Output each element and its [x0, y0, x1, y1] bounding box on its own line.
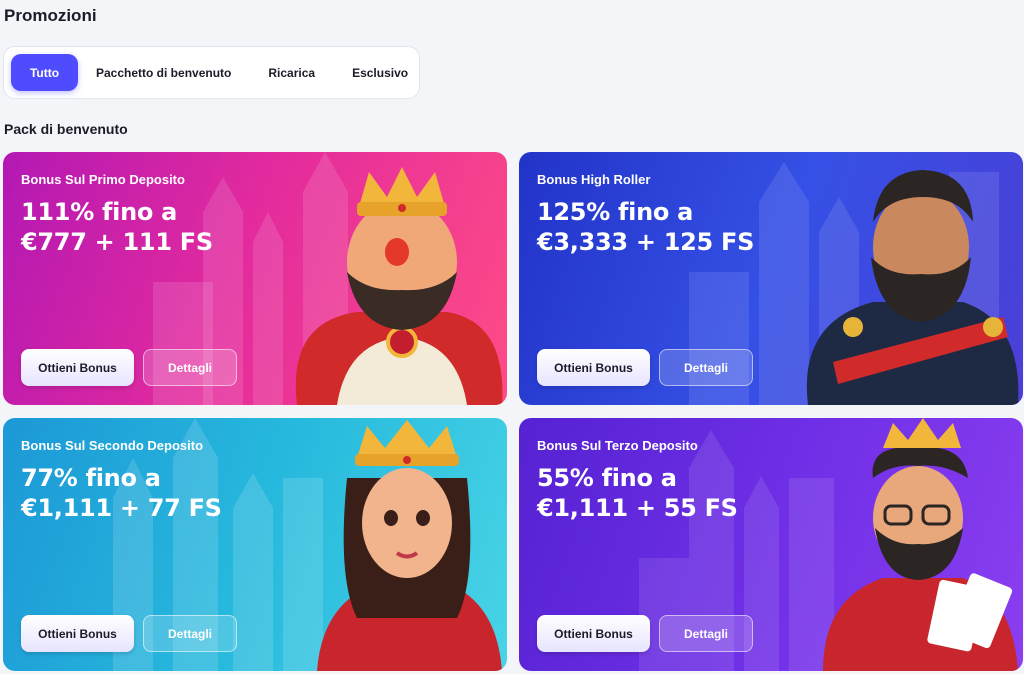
tab-esclusivo[interactable]: Esclusivo — [352, 54, 408, 91]
card-king-character — [823, 418, 1018, 671]
card-label: Bonus Sul Primo Deposito — [21, 172, 185, 187]
tab-ricarica[interactable]: Ricarica — [268, 54, 315, 91]
promo-card-high-roller: Bonus High Roller 125% fino a €3,333 + 1… — [519, 152, 1023, 405]
tab-tutto[interactable]: Tutto — [11, 54, 78, 91]
general-character — [806, 170, 1019, 405]
card-amount-value: €1,111 + 77 FS — [21, 494, 222, 522]
card-amount: 55% fino a €1,111 + 55 FS — [537, 463, 738, 523]
details-button[interactable]: Dettagli — [143, 349, 237, 386]
card-amount-percent: 111% fino a — [21, 198, 177, 226]
queen-character — [317, 420, 502, 671]
get-bonus-button[interactable]: Ottieni Bonus — [21, 615, 134, 652]
details-button[interactable]: Dettagli — [659, 349, 753, 386]
promo-card-second-deposit: Bonus Sul Secondo Deposito 77% fino a €1… — [3, 418, 507, 671]
details-button[interactable]: Dettagli — [143, 615, 237, 652]
card-label: Bonus High Roller — [537, 172, 651, 187]
king-character — [295, 167, 503, 405]
tab-pacchetto-di-benvenuto[interactable]: Pacchetto di benvenuto — [96, 54, 231, 91]
page-title: Promozioni — [4, 6, 97, 25]
card-label: Bonus Sul Secondo Deposito — [21, 438, 204, 453]
card-amount-percent: 125% fino a — [537, 198, 693, 226]
card-amount: 77% fino a €1,111 + 77 FS — [21, 463, 222, 523]
get-bonus-button[interactable]: Ottieni Bonus — [21, 349, 134, 386]
card-amount-percent: 77% fino a — [21, 464, 161, 492]
section-title: Pack di benvenuto — [4, 121, 128, 137]
card-amount-value: €777 + 111 FS — [21, 228, 213, 256]
promo-filter-bar: Tutto Pacchetto di benvenuto Ricarica Es… — [3, 46, 420, 99]
card-label: Bonus Sul Terzo Deposito — [537, 438, 698, 453]
details-button[interactable]: Dettagli — [659, 615, 753, 652]
card-amount-percent: 55% fino a — [537, 464, 677, 492]
card-amount: 125% fino a €3,333 + 125 FS — [537, 197, 754, 257]
card-amount-value: €3,333 + 125 FS — [537, 228, 755, 256]
promo-card-first-deposit: Bonus Sul Primo Deposito 111% fino a €77… — [3, 152, 507, 405]
card-amount-value: €1,111 + 55 FS — [537, 494, 738, 522]
card-amount: 111% fino a €777 + 111 FS — [21, 197, 213, 257]
promo-card-third-deposit: Bonus Sul Terzo Deposito 55% fino a €1,1… — [519, 418, 1023, 671]
get-bonus-button[interactable]: Ottieni Bonus — [537, 349, 650, 386]
get-bonus-button[interactable]: Ottieni Bonus — [537, 615, 650, 652]
